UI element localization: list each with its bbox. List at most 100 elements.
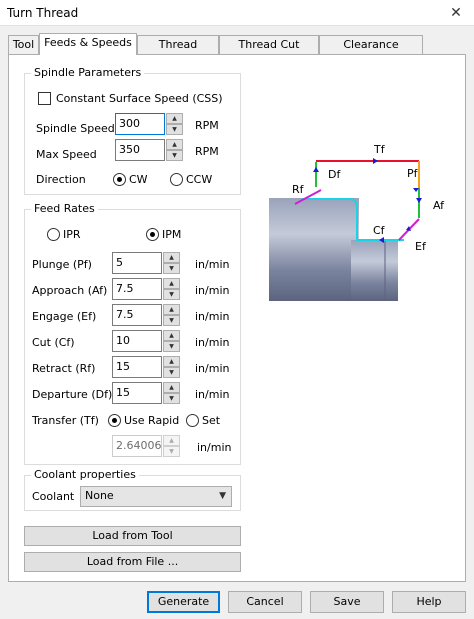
generate-button[interactable]: Generate — [147, 591, 220, 613]
approach-input[interactable]: 7.5 — [112, 278, 162, 300]
departure-spinner[interactable]: ▲ ▼ — [163, 382, 180, 404]
spin-down-icon[interactable]: ▼ — [163, 289, 180, 300]
max-speed-spinner[interactable]: ▲ ▼ — [166, 139, 183, 161]
max-speed-input[interactable]: 350 — [115, 139, 165, 161]
spin-up-icon[interactable]: ▲ — [166, 113, 183, 124]
engage-unit: in/min — [195, 310, 230, 323]
tab-thread-params[interactable]: Thread Params — [137, 35, 219, 69]
pf-label: Pf — [407, 167, 419, 180]
tab-thread-cut-params[interactable]: Thread Cut Params — [219, 35, 319, 69]
set-label: Set — [202, 414, 221, 427]
use-rapid-radio[interactable] — [108, 414, 121, 427]
cw-label: CW — [129, 173, 148, 186]
engage-input[interactable]: 7.5 — [112, 304, 162, 326]
spin-down-icon[interactable]: ▼ — [163, 263, 180, 274]
max-speed-label: Max Speed — [36, 148, 97, 161]
stock-body — [269, 198, 359, 301]
retract-input[interactable]: 15 — [112, 356, 162, 378]
spin-up-icon[interactable]: ▲ — [163, 304, 180, 315]
css-checkbox[interactable] — [38, 92, 51, 105]
spin-up-icon[interactable]: ▲ — [163, 356, 180, 367]
transfer-unit: in/min — [197, 441, 232, 454]
load-from-tool-button[interactable]: Load from Tool — [24, 526, 241, 546]
spin-down-icon[interactable]: ▼ — [163, 393, 180, 404]
css-label: Constant Surface Speed (CSS) — [56, 92, 223, 105]
spin-up-icon[interactable]: ▲ — [163, 382, 180, 393]
save-button[interactable]: Save — [310, 591, 384, 613]
plunge-unit: in/min — [195, 258, 230, 271]
transfer-spinner: ▲ ▼ — [163, 435, 180, 457]
ccw-label: CCW — [186, 173, 213, 186]
spin-down-icon[interactable]: ▼ — [166, 124, 183, 135]
feed-rates-group: Feed Rates IPR IPM Plunge (Pf) 5 ▲ ▼ in/m… — [24, 202, 241, 465]
coolant-group: Coolant properties Coolant None ▼ — [24, 468, 241, 511]
spindle-speed-spinner[interactable]: ▲ ▼ — [166, 113, 183, 135]
set-radio[interactable] — [186, 414, 199, 427]
feed-group-title: Feed Rates — [31, 202, 98, 215]
approach-spinner[interactable]: ▲ ▼ — [163, 278, 180, 300]
cut-input[interactable]: 10 — [112, 330, 162, 352]
transfer-label: Transfer (Tf) — [32, 414, 99, 427]
arrow-icon — [416, 198, 422, 203]
load-from-file-button[interactable]: Load from File ... — [24, 552, 241, 572]
window-title: Turn Thread — [7, 6, 79, 20]
tab-tool[interactable]: Tool — [8, 35, 39, 54]
ipr-label: IPR — [63, 228, 81, 241]
arrow-icon — [373, 158, 378, 164]
spindle-speed-unit: RPM — [195, 119, 219, 132]
tf-label: Tf — [373, 143, 386, 156]
arrow-icon — [313, 167, 319, 172]
spin-up-icon[interactable]: ▲ — [163, 278, 180, 289]
ipr-radio[interactable] — [47, 228, 60, 241]
retract-spinner[interactable]: ▲ ▼ — [163, 356, 180, 378]
ipm-radio[interactable] — [146, 228, 159, 241]
departure-label: Departure (Df) — [32, 388, 113, 401]
af-label: Af — [433, 199, 445, 212]
spin-up-icon[interactable]: ▲ — [163, 330, 180, 341]
departure-input[interactable]: 15 — [112, 382, 162, 404]
cut-unit: in/min — [195, 336, 230, 349]
tab-panel: Spindle Parameters Constant Surface Spee… — [8, 54, 466, 582]
ef-label: Ef — [415, 240, 427, 253]
spin-up-icon[interactable]: ▲ — [163, 252, 180, 263]
ccw-radio[interactable] — [170, 173, 183, 186]
cut-label: Cut (Cf) — [32, 336, 75, 349]
approach-label: Approach (Af) — [32, 284, 108, 297]
max-speed-unit: RPM — [195, 145, 219, 158]
spindle-speed-input[interactable]: 300 — [115, 113, 165, 135]
departure-unit: in/min — [195, 388, 230, 401]
ipm-label: IPM — [162, 228, 182, 241]
cw-radio[interactable] — [113, 173, 126, 186]
spin-down-icon[interactable]: ▼ — [166, 150, 183, 161]
spindle-speed-label: Spindle Speed — [36, 122, 115, 135]
use-rapid-label: Use Rapid — [124, 414, 180, 427]
spindle-group-title: Spindle Parameters — [31, 66, 145, 79]
spin-down-icon[interactable]: ▼ — [163, 315, 180, 326]
tab-feeds-speeds[interactable]: Feeds & Speeds — [39, 33, 137, 55]
cf-label: Cf — [373, 224, 386, 237]
engage-spinner[interactable]: ▲ ▼ — [163, 304, 180, 326]
spindle-parameters-group: Spindle Parameters Constant Surface Spee… — [24, 66, 241, 195]
cut-spinner[interactable]: ▲ ▼ — [163, 330, 180, 352]
approach-unit: in/min — [195, 284, 230, 297]
plunge-input[interactable]: 5 — [112, 252, 162, 274]
retract-label: Retract (Rf) — [32, 362, 96, 375]
close-icon[interactable]: ✕ — [441, 2, 471, 24]
coolant-group-title: Coolant properties — [31, 468, 139, 481]
cancel-button[interactable]: Cancel — [228, 591, 302, 613]
transfer-input: 2.64006e — [112, 435, 162, 457]
spin-up-icon[interactable]: ▲ — [166, 139, 183, 150]
spin-down-icon[interactable]: ▼ — [163, 367, 180, 378]
title-bar: Turn Thread ✕ — [0, 0, 474, 26]
coolant-label: Coolant — [32, 490, 75, 503]
plunge-spinner[interactable]: ▲ ▼ — [163, 252, 180, 274]
tab-clearance-geometry[interactable]: Clearance Geometry — [319, 35, 423, 69]
coolant-select[interactable]: None ▼ — [80, 486, 232, 507]
rf-label: Rf — [292, 183, 305, 196]
help-button[interactable]: Help — [392, 591, 466, 613]
thread-path-diagram: Tf Pf Af Ef Cf Rf Df — [269, 143, 445, 301]
spin-down-icon: ▼ — [163, 446, 180, 457]
chevron-down-icon: ▼ — [219, 491, 226, 501]
spin-down-icon[interactable]: ▼ — [163, 341, 180, 352]
coolant-selected-value: None — [85, 489, 114, 502]
